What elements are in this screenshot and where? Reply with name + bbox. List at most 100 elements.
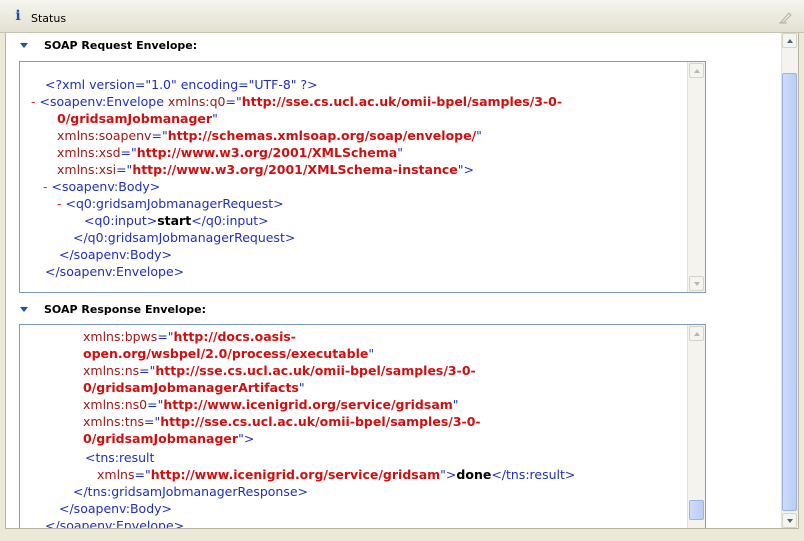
xml-token: xmlns:bpws bbox=[83, 329, 158, 344]
collapse-twisty-icon[interactable] bbox=[18, 39, 30, 51]
xml-token: " bbox=[476, 128, 482, 143]
xml-token: xmlns:xsd bbox=[57, 145, 121, 160]
request-section-header[interactable]: SOAP Request Envelope: bbox=[18, 37, 197, 53]
xml-token: <soapenv:Envelope bbox=[39, 94, 168, 109]
response-xml-line: xmlns:tns="http://sse.cs.ucl.ac.uk/omii-… bbox=[83, 413, 481, 430]
response-xml-viewer[interactable]: xmlns:bpws="http://docs.oasis-open.org/w… bbox=[19, 324, 706, 528]
xml-token: http://schemas.xmlsoap.org/soap/envelope… bbox=[167, 128, 477, 143]
xml-token: done bbox=[456, 467, 492, 482]
xml-token: =" bbox=[120, 145, 137, 160]
xml-token: "> bbox=[457, 162, 474, 177]
xml-token: http://sse.cs.ucl.ac.uk/omii-bpel/sample… bbox=[241, 94, 563, 109]
xml-token: "> bbox=[238, 431, 255, 446]
view-vertical-scrollbar[interactable] bbox=[781, 33, 798, 528]
xml-token: http://www.icenigrid.org/service/gridsam bbox=[163, 397, 453, 412]
response-vertical-scrollbar[interactable] bbox=[687, 325, 705, 528]
response-xml-line: <tns:result bbox=[85, 449, 154, 466]
request-xml-line: <q0:input>start</q0:input> bbox=[84, 212, 269, 229]
scroll-up-button[interactable] bbox=[689, 326, 704, 341]
xml-token: "> bbox=[440, 467, 457, 482]
response-xml-line: 0/gridsamJobmanagerArtifacts" bbox=[83, 379, 305, 396]
xml-token: http://sse.cs.ucl.ac.uk/omii-bpel/sample… bbox=[155, 363, 476, 378]
xml-token: http://docs.oasis- bbox=[173, 329, 296, 344]
xml-token: open.org/wsbpel/2.0/process/executable bbox=[83, 346, 369, 361]
arrow-up-icon bbox=[693, 331, 700, 336]
scroll-thumb[interactable] bbox=[689, 500, 704, 520]
xml-token: </tns:gridsamJobmanagerResponse> bbox=[73, 484, 309, 499]
scroll-down-button[interactable] bbox=[782, 513, 797, 528]
request-xml-line: </q0:gridsamJobmanagerRequest> bbox=[73, 229, 295, 246]
response-xml-line: xmlns:ns0="http://www.icenigrid.org/serv… bbox=[83, 396, 459, 413]
response-xml-line: xmlns="http://www.icenigrid.org/service/… bbox=[97, 466, 575, 483]
request-xml-line: <?xml version="1.0" encoding="UTF-8" ?> bbox=[45, 76, 318, 93]
xml-token: xmlns:soapenv bbox=[57, 128, 152, 143]
request-section-title: SOAP Request Envelope: bbox=[44, 38, 198, 52]
arrow-up-icon bbox=[693, 68, 700, 73]
scroll-down-button[interactable] bbox=[689, 276, 704, 291]
xml-token: =" bbox=[144, 414, 161, 429]
xml-token: </q0:input> bbox=[191, 213, 269, 228]
xml-token: xmlns:ns0 bbox=[83, 397, 148, 412]
scroll-up-button[interactable] bbox=[689, 63, 704, 78]
request-xml-line: xmlns:xsd="http://www.w3.org/2001/XMLSch… bbox=[57, 144, 403, 161]
xml-token: </soapenv:Envelope> bbox=[45, 264, 185, 279]
xml-token: =" bbox=[116, 162, 133, 177]
xml-token: http://sse.cs.ucl.ac.uk/omii-bpel/sample… bbox=[160, 414, 481, 429]
request-xml-line: </soapenv:Body> bbox=[59, 246, 172, 263]
status-view-titlebar: ⅰ Status bbox=[0, 0, 804, 33]
collapse-twisty-icon[interactable] bbox=[18, 303, 30, 315]
xml-token: " bbox=[368, 346, 375, 361]
request-vertical-scrollbar[interactable] bbox=[687, 62, 705, 292]
response-xml-line: </soapenv:Envelope> bbox=[45, 517, 184, 528]
xml-token: http://www.icenigrid.org/service/gridsam bbox=[150, 467, 441, 482]
xml-token: " bbox=[397, 145, 403, 160]
xml-token: http://www.w3.org/2001/XMLSchema-instanc… bbox=[132, 162, 458, 177]
response-xml-line: 0/gridsamJobmanager"> bbox=[83, 430, 254, 447]
xml-token: =" bbox=[225, 94, 242, 109]
request-xml-line: </soapenv:Envelope> bbox=[45, 263, 184, 280]
view-bottom-border bbox=[5, 528, 799, 536]
xml-token: xmlns bbox=[97, 467, 135, 482]
response-section-title: SOAP Response Envelope: bbox=[44, 302, 206, 316]
xml-token: <q0:gridsamJobmanagerRequest> bbox=[65, 196, 284, 211]
scroll-thumb[interactable] bbox=[782, 73, 797, 511]
xml-token: =" bbox=[139, 363, 156, 378]
view-title: Status bbox=[31, 12, 67, 25]
xml-token: xmlns:xsi bbox=[57, 162, 117, 177]
response-section-header[interactable]: SOAP Response Envelope: bbox=[18, 301, 206, 317]
xml-token: =" bbox=[147, 397, 164, 412]
xml-token: </soapenv:Body> bbox=[59, 247, 173, 262]
xml-token: =" bbox=[151, 128, 168, 143]
status-content: SOAP Request Envelope: <?xml version="1.… bbox=[5, 33, 799, 528]
xml-token: <tns:result bbox=[85, 450, 155, 465]
xml-token: 0/gridsamJobmanagerArtifacts bbox=[83, 380, 299, 395]
request-xml-line: - <q0:gridsamJobmanagerRequest> bbox=[57, 195, 284, 212]
xml-token: 0/gridsamJobmanager bbox=[83, 431, 239, 446]
xml-token: </soapenv:Envelope> bbox=[45, 518, 185, 528]
xml-token: <soapenv:Body> bbox=[51, 179, 161, 194]
response-xml-line: </tns:gridsamJobmanagerResponse> bbox=[73, 483, 308, 500]
request-xml-line: - <soapenv:Envelope xmlns:q0="http://sse… bbox=[31, 93, 562, 110]
response-xml-line: </soapenv:Body> bbox=[59, 500, 172, 517]
clear-icon[interactable] bbox=[778, 10, 792, 24]
response-xml-line: xmlns:bpws="http://docs.oasis- bbox=[83, 328, 296, 345]
xml-token: xmlns:tns bbox=[83, 414, 145, 429]
response-xml-line: open.org/wsbpel/2.0/process/executable" bbox=[83, 345, 374, 362]
xml-token: =" bbox=[134, 467, 151, 482]
arrow-down-icon bbox=[693, 281, 700, 286]
request-xml-viewer[interactable]: <?xml version="1.0" encoding="UTF-8" ?> -… bbox=[19, 61, 706, 293]
arrow-up-icon bbox=[786, 38, 793, 43]
scroll-up-button[interactable] bbox=[782, 33, 797, 48]
arrow-down-icon bbox=[786, 518, 793, 523]
xml-token: <?xml version="1.0" encoding="UTF-8" ?> bbox=[45, 77, 318, 92]
xml-token: http://www.w3.org/2001/XMLSchema bbox=[136, 145, 398, 160]
xml-token: <q0:input> bbox=[84, 213, 158, 228]
xml-token: xmlns:q0 bbox=[167, 94, 226, 109]
request-xml-line: xmlns:soapenv="http://schemas.xmlsoap.or… bbox=[57, 127, 482, 144]
response-xml-line: xmlns:ns="http://sse.cs.ucl.ac.uk/omii-b… bbox=[83, 362, 476, 379]
xml-token: " bbox=[212, 111, 218, 126]
xml-token: 0/gridsamJobmanager bbox=[57, 111, 213, 126]
xml-token: " bbox=[298, 380, 305, 395]
xml-token: </tns:result> bbox=[491, 467, 576, 482]
xml-token: xmlns:ns bbox=[83, 363, 140, 378]
